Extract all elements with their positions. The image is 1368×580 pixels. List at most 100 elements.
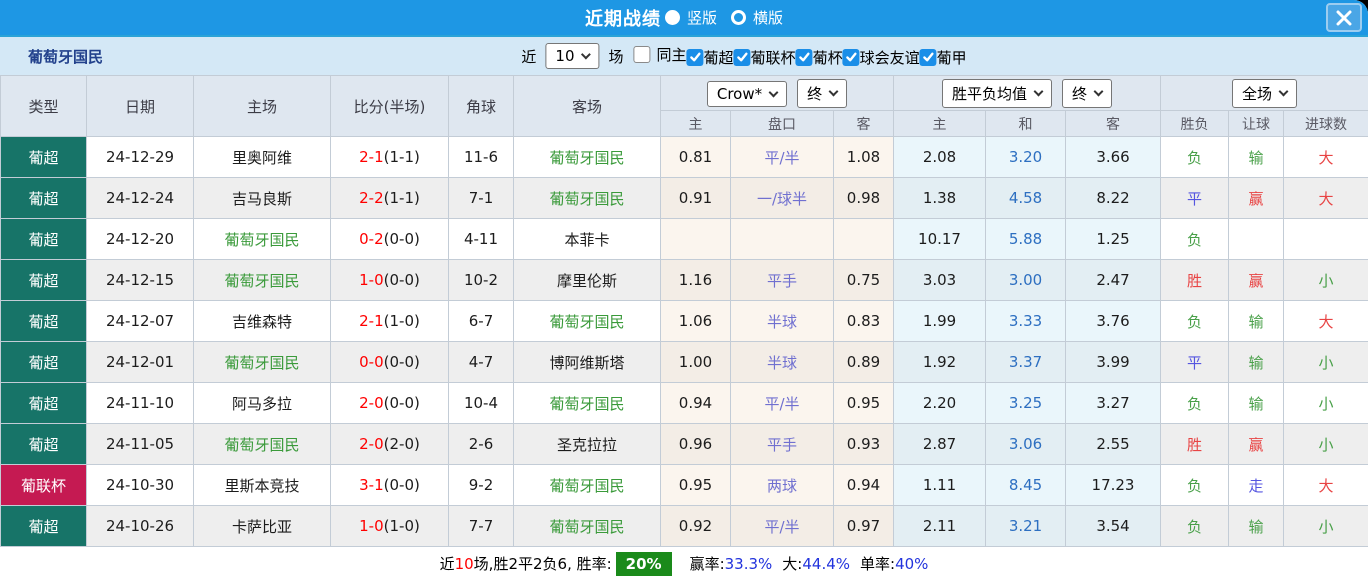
score-cell: 2-0(2-0)	[331, 424, 449, 465]
odds-away-cell: 0.75	[834, 260, 894, 301]
goals-result-cell: 小	[1284, 506, 1368, 547]
avg-away-cell: 3.27	[1066, 383, 1161, 424]
league-label: 同主	[657, 44, 687, 65]
result-cell: 负	[1161, 301, 1229, 342]
home-team-cell: 葡萄牙国民	[194, 424, 331, 465]
league-checkbox[interactable]	[796, 49, 813, 66]
handicap-line-cell: 平/半	[731, 506, 834, 547]
corner-cell: 10-2	[449, 260, 514, 301]
match-count-select[interactable]: 10	[545, 43, 599, 69]
home-team-cell: 葡萄牙国民	[194, 260, 331, 301]
league-filter-item: 葡杯	[796, 47, 843, 68]
league-type-cell: 葡超	[1, 137, 87, 178]
half-score: (0-0)	[384, 353, 420, 371]
horizontal-layout-radio[interactable]	[731, 10, 746, 25]
filter-bar: 葡萄牙国民 近 10 场 同主葡超葡联杯葡杯球会友谊葡甲	[0, 35, 1368, 75]
home-team-cell: 卡萨比亚	[194, 506, 331, 547]
header-result: 胜负	[1161, 111, 1229, 137]
odds-home-cell: 1.00	[661, 342, 731, 383]
league-checkbox[interactable]	[920, 49, 937, 66]
close-button[interactable]	[1326, 3, 1362, 32]
win-rate-badge: 20%	[616, 552, 672, 576]
goals-result-cell: 小	[1284, 424, 1368, 465]
avg-draw-cell: 4.58	[986, 178, 1066, 219]
half-score: (0-0)	[384, 230, 420, 248]
bookmaker-select[interactable]: Crow*	[707, 81, 787, 107]
over-rate: 大:44.4%	[782, 553, 850, 574]
league-checkbox[interactable]	[687, 49, 704, 66]
summary-bar: 近10场,胜2平2负6, 胜率: 20% 赢率:33.3% 大:44.4% 单率…	[0, 547, 1368, 580]
full-score: 0-0	[359, 353, 384, 371]
result-cell: 胜	[1161, 260, 1229, 301]
avg-draw-cell: 3.20	[986, 137, 1066, 178]
odds-away-cell: 0.98	[834, 178, 894, 219]
header-away: 客场	[514, 76, 661, 137]
handicap-line-cell: 平手	[731, 424, 834, 465]
odds-home-cell: 0.94	[661, 383, 731, 424]
full-score: 2-1	[359, 312, 384, 330]
result-cell: 平	[1161, 178, 1229, 219]
handicap-line-cell: 半球	[731, 301, 834, 342]
average-select-group: 胜平负均值 终	[894, 76, 1161, 111]
score-cell: 0-0(0-0)	[331, 342, 449, 383]
check-icon	[736, 51, 748, 63]
result-cell: 平	[1161, 342, 1229, 383]
league-label: 葡联杯	[751, 47, 796, 68]
avg-home-cell: 1.38	[894, 178, 986, 219]
corner-cell: 11-6	[449, 137, 514, 178]
vertical-layout-radio[interactable]	[665, 10, 680, 25]
header-odds-home: 主	[661, 111, 731, 137]
horizontal-layout-label: 横版	[753, 7, 783, 28]
league-checkbox[interactable]	[734, 49, 751, 66]
summary-prefix: 近	[440, 553, 455, 574]
bookmaker-period-select[interactable]: 终	[797, 79, 847, 108]
average-period-select[interactable]: 终	[1062, 79, 1112, 108]
league-checkbox[interactable]	[634, 46, 651, 63]
home-team-cell: 吉马良斯	[194, 178, 331, 219]
match-row: 葡超24-12-07吉维森特2-1(1-0)6-7葡萄牙国民1.06半球0.83…	[1, 301, 1368, 342]
chevron-down-icon	[1094, 87, 1104, 97]
chevron-down-icon	[1034, 87, 1044, 97]
handicap-win-rate: 赢率:33.3%	[690, 553, 773, 574]
scope-select-value: 全场	[1242, 83, 1272, 104]
avg-draw-cell: 3.25	[986, 383, 1066, 424]
league-filter-item: 葡联杯	[734, 47, 796, 68]
home-team-cell: 吉维森特	[194, 301, 331, 342]
league-type-cell: 葡超	[1, 506, 87, 547]
away-team-cell: 摩里伦斯	[514, 260, 661, 301]
avg-away-cell: 3.54	[1066, 506, 1161, 547]
header-score: 比分(半场)	[331, 76, 449, 137]
home-team-cell: 里斯本竞技	[194, 465, 331, 506]
avg-draw-cell: 8.45	[986, 465, 1066, 506]
avg-away-cell: 2.47	[1066, 260, 1161, 301]
handicap-result-cell	[1229, 219, 1284, 260]
league-type-cell: 葡超	[1, 342, 87, 383]
league-filter-item: 葡超	[687, 47, 734, 68]
check-icon	[845, 51, 857, 63]
league-checkbox[interactable]	[843, 49, 860, 66]
score-cell: 0-2(0-0)	[331, 219, 449, 260]
average-type-select[interactable]: 胜平负均值	[942, 79, 1052, 108]
corner-cell: 10-4	[449, 383, 514, 424]
scope-select[interactable]: 全场	[1232, 79, 1297, 108]
team-name: 葡萄牙国民	[28, 46, 103, 67]
match-date-cell: 24-11-10	[87, 383, 194, 424]
result-cell: 负	[1161, 506, 1229, 547]
avg-draw-cell: 3.00	[986, 260, 1066, 301]
chevron-down-icon	[581, 50, 591, 60]
match-date-cell: 24-12-20	[87, 219, 194, 260]
league-label: 葡甲	[937, 47, 967, 68]
handicap-result-cell: 赢	[1229, 178, 1284, 219]
league-type-cell: 葡联杯	[1, 465, 87, 506]
header-goals: 进球数	[1284, 111, 1368, 137]
half-score: (2-0)	[384, 435, 420, 453]
header-handicap-result: 让球	[1229, 111, 1284, 137]
league-type-cell: 葡超	[1, 178, 87, 219]
half-score: (0-0)	[384, 394, 420, 412]
away-team-cell: 葡萄牙国民	[514, 301, 661, 342]
avg-away-cell: 3.99	[1066, 342, 1161, 383]
score-cell: 2-2(1-1)	[331, 178, 449, 219]
half-score: (1-0)	[384, 517, 420, 535]
handicap-line-cell: 半球	[731, 342, 834, 383]
half-score: (0-0)	[384, 476, 420, 494]
